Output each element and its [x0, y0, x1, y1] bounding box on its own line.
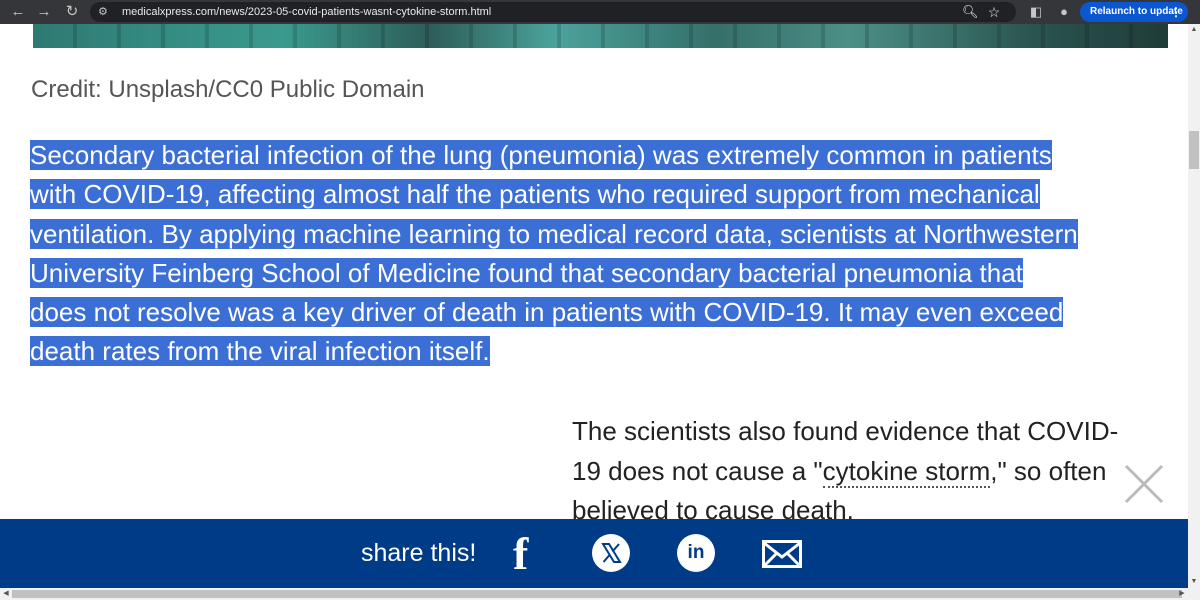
second-paragraph: The scientists also found evidence that … [572, 412, 1172, 531]
paragraph-line: University Feinberg School of Medicine f… [30, 257, 1023, 288]
side-panel-icon[interactable]: ◧ [1028, 0, 1044, 24]
browser-toolbar: ← → ↻ ⚙ medicalxpress.com/news/2023-05-c… [0, 0, 1200, 24]
article-image [33, 24, 1168, 48]
scroll-left-icon[interactable]: ◀ [0, 588, 12, 600]
facebook-icon[interactable]: f [513, 531, 528, 577]
linkedin-icon[interactable]: in [677, 534, 715, 572]
vertical-scroll-thumb[interactable] [1189, 131, 1199, 169]
forward-icon[interactable]: → [36, 0, 52, 24]
second-line-2-before: 19 does not cause a " [572, 455, 823, 486]
scroll-up-icon[interactable]: ▲ [1188, 24, 1200, 36]
scroll-right-icon[interactable]: ▶ [1176, 588, 1188, 600]
relaunch-label: Relaunch to update [1090, 6, 1183, 17]
vertical-scrollbar[interactable] [1188, 24, 1200, 588]
second-line-2-after: ," so often [990, 455, 1107, 486]
star-icon[interactable]: ☆ [986, 2, 1002, 22]
second-line-1: The scientists also found evidence that … [572, 416, 1119, 446]
image-credit: Credit: Unsplash/CC0 Public Domain [31, 76, 425, 103]
reload-icon[interactable]: ↻ [64, 0, 80, 24]
cytokine-storm-link[interactable]: cytokine storm [822, 455, 991, 488]
selected-paragraph: Secondary bacterial infection of the lun… [30, 136, 1180, 372]
paragraph-line: death rates from the viral infection its… [30, 336, 490, 367]
mail-icon[interactable] [762, 540, 802, 568]
paragraph-line: with COVID-19, affecting almost half the… [30, 179, 1040, 210]
site-info-icon[interactable]: ⚙ [98, 2, 108, 22]
address-bar[interactable]: ⚙ medicalxpress.com/news/2023-05-covid-p… [90, 2, 1016, 22]
paragraph-line: Secondary bacterial infection of the lun… [30, 140, 1052, 170]
zoom-icon[interactable]: 🔍︎ [962, 2, 979, 22]
relaunch-button[interactable]: Relaunch to update ⋮ [1080, 2, 1188, 22]
url-text: medicalxpress.com/news/2023-05-covid-pat… [122, 6, 492, 18]
x-icon[interactable] [592, 534, 630, 572]
menu-icon[interactable]: ⋮ [1170, 2, 1182, 22]
back-icon[interactable]: ← [10, 0, 26, 24]
close-icon[interactable] [1120, 460, 1168, 508]
scroll-down-icon[interactable]: ▼ [1188, 576, 1200, 588]
share-label: share this! [361, 539, 477, 567]
paragraph-line: ventilation. By applying machine learnin… [30, 218, 1078, 249]
profile-icon[interactable]: ● [1056, 0, 1072, 24]
horizontal-scroll-thumb[interactable] [12, 590, 1182, 598]
share-bar: share this! f in [0, 519, 1188, 588]
paragraph-line: does not resolve was a key driver of dea… [30, 297, 1064, 328]
